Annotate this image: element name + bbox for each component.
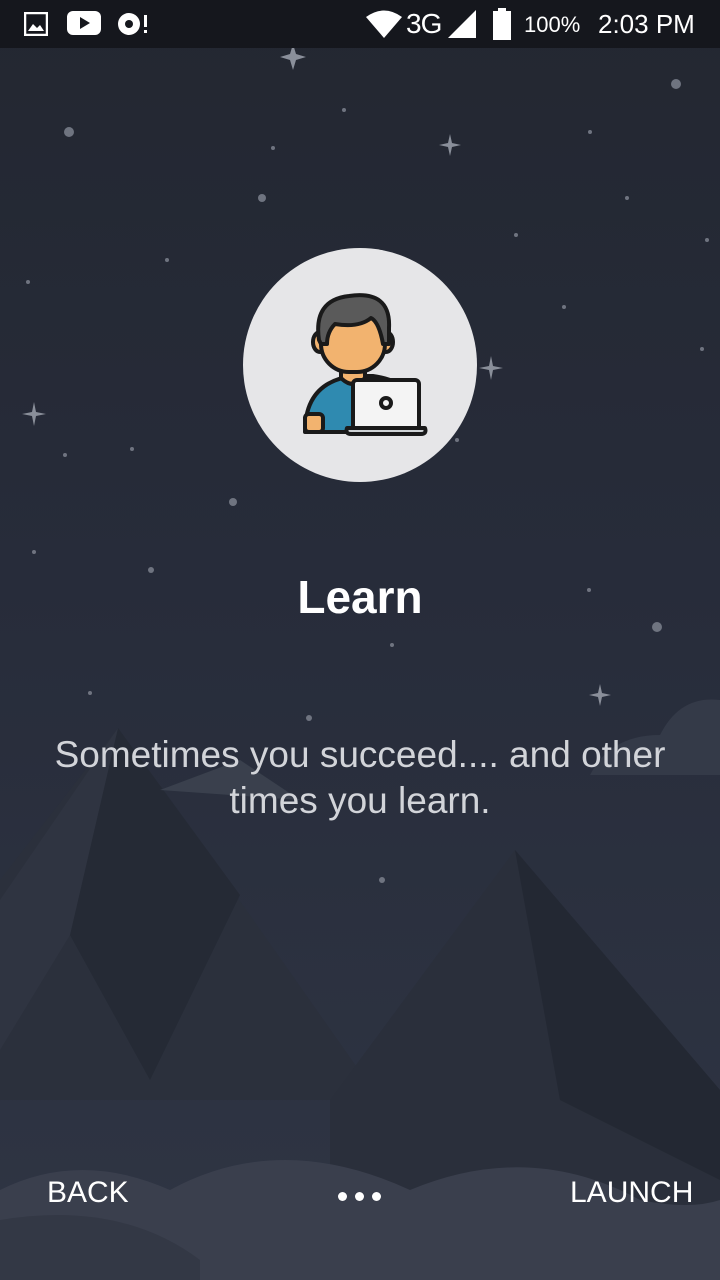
person-with-laptop-icon [303, 293, 428, 436]
page-dot [338, 1192, 347, 1201]
launch-button[interactable]: LAUNCH [570, 1176, 693, 1210]
status-bar: 3G 100% 2:03 PM [0, 0, 720, 48]
page-indicator [338, 1192, 382, 1202]
battery-icon [493, 8, 511, 40]
wifi-icon [366, 10, 402, 38]
battery-percent: 100% [524, 12, 581, 37]
network-type-label: 3G [406, 8, 442, 39]
signal-icon [448, 10, 476, 38]
onboarding-screen: 3G 100% 2:03 PM Learn Sometimes you succ… [0, 0, 720, 1280]
page-dot [372, 1192, 381, 1201]
sync-alert-icon [118, 13, 147, 35]
gallery-icon [24, 12, 48, 36]
slide-title: Learn [297, 571, 423, 623]
clock: 2:03 PM [598, 9, 695, 39]
youtube-icon [67, 11, 101, 35]
illustration-circle [243, 248, 477, 482]
night-sky-background [0, 44, 720, 1280]
page-dot [355, 1192, 364, 1201]
back-button[interactable]: BACK [47, 1176, 129, 1210]
slide-description: Sometimes you succeed.... and other time… [54, 734, 666, 821]
